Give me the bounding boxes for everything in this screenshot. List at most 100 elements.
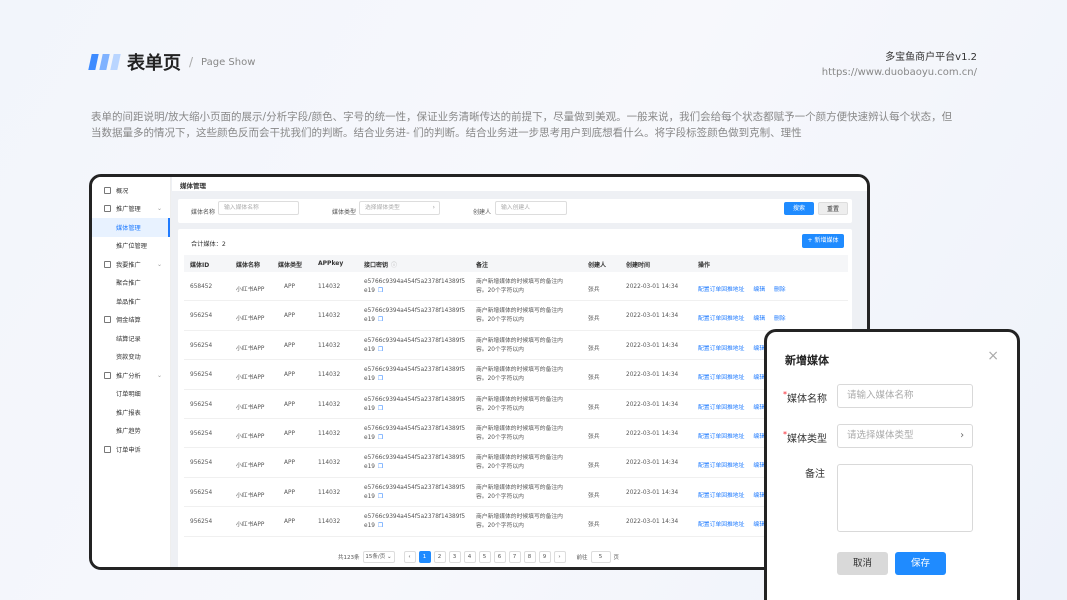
api-secret: e5766c9394a454f5a2378f14389f5 e19 ❐: [364, 278, 465, 296]
sidebar-item[interactable]: 推广趋势: [92, 422, 170, 441]
media-type-field[interactable]: 请选择媒体类型 ›: [837, 424, 973, 448]
copy-icon[interactable]: ❐: [378, 317, 383, 323]
sidebar-item[interactable]: 订单明细: [92, 385, 170, 404]
total-count: 合计媒体：2: [191, 241, 226, 248]
page-button[interactable]: 6: [493, 551, 506, 563]
goto-input[interactable]: 5: [590, 551, 611, 563]
chevron-down-icon: ⌄: [156, 260, 162, 268]
page-description: 表单的间距说明/放大缩小页面的展示/分析字段/颜色、字号的统一性，保证业务清晰传…: [91, 111, 953, 139]
edit-link[interactable]: 编辑: [753, 316, 765, 322]
note: 商户新增媒体的时候填写的备注内 容。20个字符以内: [476, 366, 563, 384]
note-textarea[interactable]: [837, 464, 973, 532]
chevron-right-icon: ›: [960, 430, 964, 441]
add-media-button[interactable]: + 新增媒体: [802, 234, 844, 248]
page-button[interactable]: 3: [448, 551, 461, 563]
media-id: 956254: [190, 431, 213, 437]
copy-icon[interactable]: ❐: [378, 376, 383, 382]
config-callback-link[interactable]: 配置订单回推地址: [698, 522, 744, 528]
copy-icon[interactable]: ❐: [378, 288, 383, 294]
edit-link[interactable]: 编辑: [753, 287, 765, 293]
media-type: APP: [284, 431, 295, 437]
sidebar-item-label: 推广管理: [116, 206, 141, 214]
config-callback-link[interactable]: 配置订单回推地址: [698, 287, 744, 293]
type-field-label: *媒体类型: [783, 430, 827, 445]
config-callback-link[interactable]: 配置订单回推地址: [698, 493, 744, 499]
page-button[interactable]: 4: [463, 551, 476, 563]
row-actions: 配置订单回推地址 编辑 删除: [698, 313, 786, 322]
page-subtitle: Page Show: [201, 56, 256, 68]
page-button[interactable]: 9: [538, 551, 551, 563]
secret-line: e5766c9394a454f5a2378f14389f5: [364, 337, 466, 344]
app-window: 概况 推广管理 ⌄ 媒体管理 推广位管理 我要推广 ⌄ 聚合推广 单品推广 佣金结算 结算记录 资款变…: [89, 174, 870, 570]
secret-line: e5766c9394a454f5a2378f14389f5: [364, 308, 466, 315]
note-line: 商户新增媒体的时候填写的备注内: [476, 308, 563, 315]
page-button[interactable]: 5: [478, 551, 491, 563]
page-button[interactable]: 8: [523, 551, 536, 563]
next-page-button[interactable]: ›: [553, 551, 566, 563]
api-secret: e5766c9394a454f5a2378f14389f5 e19 ❐: [364, 337, 465, 355]
secret-line: e19 ❐: [364, 434, 465, 443]
secret-tail: e19: [364, 288, 375, 294]
secret-line: e5766c9394a454f5a2378f14389f5: [364, 367, 466, 374]
sidebar-item[interactable]: 推广报表: [92, 403, 170, 422]
sidebar-item[interactable]: 推广管理 ⌄: [92, 200, 170, 219]
sidebar-item[interactable]: 推广分析 ⌄: [92, 366, 170, 385]
copy-icon[interactable]: ❐: [378, 435, 383, 441]
sidebar-item[interactable]: 结算记录: [92, 329, 170, 348]
secret-tail: e19: [364, 464, 375, 471]
config-callback-link[interactable]: 配置订单回推地址: [698, 316, 744, 322]
reset-button[interactable]: 重置: [818, 202, 848, 215]
created-time: 2022-03-01 14:34: [626, 489, 679, 496]
page-button[interactable]: 7: [508, 551, 521, 563]
sidebar-item[interactable]: 单品推广: [92, 292, 170, 311]
creator: 张兵: [588, 492, 600, 499]
chevron-down-icon: ⌄: [156, 371, 162, 379]
creator: 张兵: [588, 345, 600, 352]
config-callback-link[interactable]: 配置订单回推地址: [698, 405, 744, 411]
creator-input[interactable]: 输入创建人: [495, 201, 567, 215]
copy-icon[interactable]: ❐: [378, 464, 383, 470]
page-size-select[interactable]: 15条/页 ⌄: [362, 551, 395, 563]
page-button[interactable]: 2: [433, 551, 446, 563]
media-name: 小红书APP: [236, 522, 265, 529]
copy-icon[interactable]: ❐: [378, 347, 383, 353]
sidebar-item[interactable]: 我要推广 ⌄: [92, 255, 170, 274]
note: 商户新增媒体的时候填写的备注内 容。20个字符以内: [476, 484, 563, 502]
dialog-title: 新增媒体: [785, 354, 829, 367]
config-callback-link[interactable]: 配置订单回推地址: [698, 463, 744, 469]
column-header: APPkey: [318, 260, 344, 267]
sidebar-item[interactable]: 资款变动: [92, 348, 170, 367]
copy-icon[interactable]: ❐: [378, 494, 383, 500]
sidebar-item[interactable]: 概况: [92, 181, 170, 200]
created-time: 2022-03-01 14:34: [626, 372, 679, 379]
title-separator: /: [189, 55, 194, 69]
cancel-button[interactable]: 取消: [837, 552, 888, 575]
page-button[interactable]: 1: [418, 551, 431, 563]
delete-link[interactable]: 删除: [774, 316, 786, 322]
config-callback-link[interactable]: 配置订单回推地址: [698, 434, 744, 440]
media-type-select[interactable]: 选择媒体类型 ›: [359, 201, 440, 215]
secret-tail: e19: [364, 435, 375, 441]
secret-line: e19 ❐: [364, 287, 465, 296]
sidebar-item-label: 单品推广: [116, 298, 141, 306]
prev-page-button[interactable]: ‹: [403, 551, 416, 563]
media-name-label: 媒体名称: [191, 209, 216, 216]
config-callback-link[interactable]: 配置订单回推地址: [698, 375, 744, 381]
sidebar-item[interactable]: 订单申诉: [92, 440, 170, 459]
media-name-input[interactable]: 输入媒体名称: [218, 201, 299, 215]
copy-icon[interactable]: ❐: [378, 406, 383, 412]
search-button[interactable]: 搜索: [784, 202, 814, 215]
config-callback-link[interactable]: 配置订单回推地址: [698, 346, 744, 352]
sidebar-item[interactable]: 佣金结算: [92, 311, 170, 330]
save-button[interactable]: 保存: [895, 552, 946, 575]
sidebar-item[interactable]: 聚合推广: [92, 274, 170, 293]
media-type: APP: [284, 284, 295, 290]
sidebar-item[interactable]: 推广位管理: [92, 237, 170, 256]
media-id: 956254: [190, 401, 213, 408]
logo-bars-icon: [88, 54, 121, 70]
delete-link[interactable]: 删除: [774, 287, 786, 293]
media-name-field[interactable]: 请输入媒体名称: [837, 384, 973, 408]
sidebar-item[interactable]: 媒体管理: [92, 218, 170, 237]
copy-icon[interactable]: ❐: [378, 523, 383, 529]
close-icon[interactable]: ×: [987, 348, 999, 364]
